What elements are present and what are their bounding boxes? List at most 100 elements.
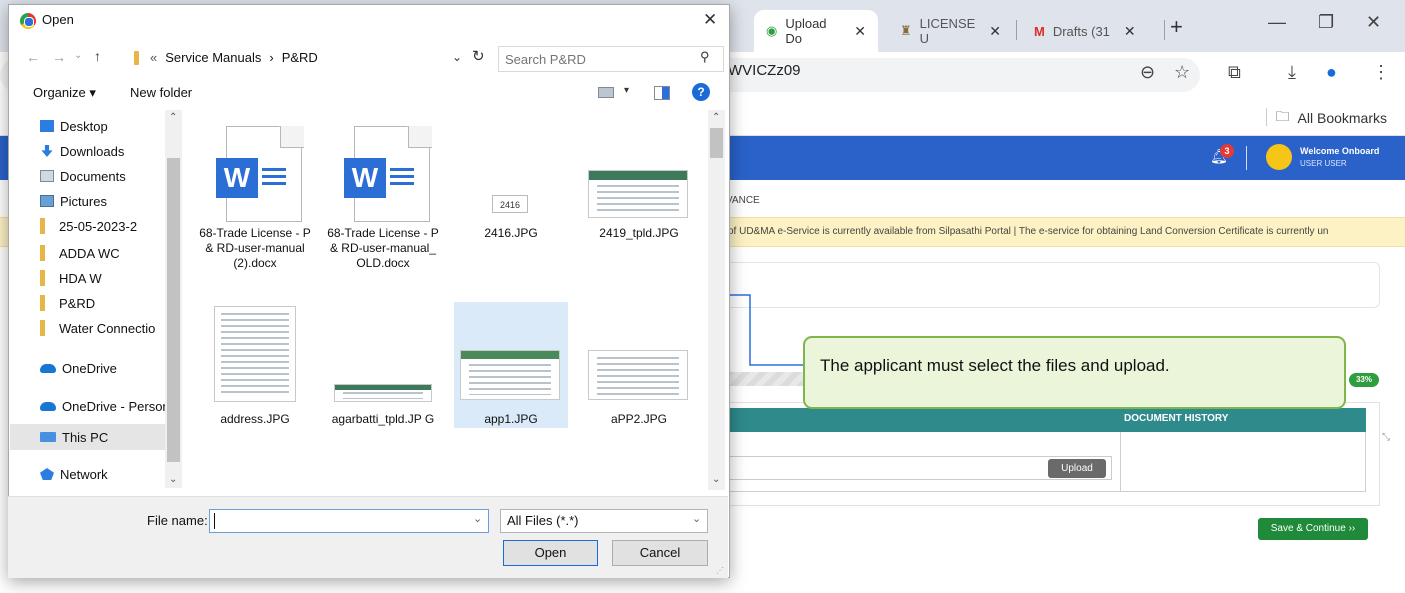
all-bookmarks[interactable]: 🗀 All Bookmarks <box>1276 106 1387 130</box>
restore-icon[interactable]: ❐ <box>1318 12 1334 33</box>
thumbnail-content <box>596 184 680 213</box>
file-name-field[interactable] <box>209 509 489 533</box>
page-fold <box>280 126 304 148</box>
file-pane-scrollbar[interactable] <box>708 110 725 490</box>
forward-icon[interactable]: → <box>52 49 66 65</box>
chevron-down-icon[interactable]: ⌄ <box>712 474 720 485</box>
nav-item-this-pc[interactable]: This PC <box>10 424 166 450</box>
breadcrumb-overflow[interactable]: « <box>150 50 157 65</box>
file-item-agarbatti-tpld[interactable]: agarbatti_tpld.JP G <box>326 302 440 428</box>
breadcrumb-service-manuals[interactable]: Service Manuals <box>165 50 261 65</box>
close-icon[interactable]: ✕ <box>1124 23 1136 40</box>
word-icon: W <box>344 158 386 198</box>
nav-item-label: Desktop <box>60 118 108 134</box>
thumbnail-header <box>589 171 687 181</box>
chevron-down-icon[interactable]: ▾ <box>624 85 629 96</box>
image-thumbnail <box>588 350 688 400</box>
folder-icon <box>40 270 45 286</box>
folder-icon: 🗀 <box>1275 108 1290 124</box>
preview-pane-icon[interactable] <box>654 86 670 100</box>
welcome-text[interactable]: Welcome Onboard <box>1300 146 1379 156</box>
notice-text: of UD&MA e-Service is currently availabl… <box>728 226 1329 237</box>
onedrive-icon <box>40 363 56 373</box>
close-icon[interactable]: ✕ <box>854 23 866 40</box>
open-button[interactable]: Open <box>503 540 598 566</box>
nav-item-label: HDA W <box>59 270 102 286</box>
refresh-icon[interactable]: ↻ <box>472 47 485 65</box>
scrollbar-thumb[interactable] <box>167 158 180 462</box>
new-folder-button[interactable]: New folder <box>130 85 192 100</box>
folder-icon <box>134 51 139 65</box>
page-fold <box>408 126 432 148</box>
nav-item-label: Water Connectio <box>59 320 156 336</box>
view-options-icon[interactable] <box>598 87 614 98</box>
nav-item-label: Downloads <box>60 143 125 159</box>
dialog-title: Open <box>42 12 74 27</box>
thumbnail-header <box>335 385 431 390</box>
close-icon[interactable]: ✕ <box>989 23 1001 40</box>
file-item-app1[interactable]: app1.JPG <box>454 302 568 428</box>
save-continue-button[interactable]: Save & Continue ›› <box>1258 518 1368 540</box>
tab-label: LICENSE U <box>919 16 976 46</box>
file-item-2416[interactable]: 2416 2416.JPG <box>454 122 568 248</box>
all-bookmarks-label: All Bookmarks <box>1297 110 1387 126</box>
menu-item-grievance[interactable]: VANCE <box>726 195 760 206</box>
document-history-header: DOCUMENT HISTORY <box>1124 413 1229 424</box>
nav-item-label: OneDrive - Person <box>62 398 170 414</box>
profile-icon[interactable]: ● <box>1326 62 1337 83</box>
tab-drafts[interactable]: M Drafts (31 ✕ <box>1022 10 1162 52</box>
zoom-icon[interactable]: ⊖ <box>1140 62 1155 83</box>
minimize-icon[interactable]: — <box>1268 12 1286 33</box>
organize-menu[interactable]: Organize ▾ <box>33 85 96 101</box>
back-icon[interactable]: ← <box>26 49 40 65</box>
thumbnail-content <box>468 364 552 396</box>
download-icon[interactable]: ⤓ <box>1288 62 1296 83</box>
scrollbar-thumb[interactable] <box>710 128 723 158</box>
close-window-icon[interactable]: ✕ <box>1366 12 1381 33</box>
upload-button[interactable]: Upload <box>1048 459 1106 478</box>
tab-upload[interactable]: ◉ Upload Do ✕ <box>754 10 878 52</box>
header-separator <box>1246 146 1247 170</box>
file-name: 2419_tpld.JPG <box>599 226 679 240</box>
resize-grip-icon[interactable]: ⋰ <box>716 566 724 575</box>
recent-dropdown-icon[interactable]: ⌄ <box>74 50 82 61</box>
close-icon[interactable]: ✕ <box>703 10 717 30</box>
file-item-2419-tpld[interactable]: 2419_tpld.JPG <box>582 122 696 248</box>
file-item-address[interactable]: address.JPG <box>198 302 312 428</box>
text-caret <box>214 513 215 529</box>
callout-text: The applicant must select the files and … <box>820 356 1170 375</box>
column-divider <box>1120 432 1121 492</box>
breadcrumb-separator: › <box>269 50 274 65</box>
nav-item-label: OneDrive <box>62 360 117 376</box>
menu-icon[interactable]: ⋮ <box>1372 62 1390 83</box>
search-icon[interactable]: ⚲ <box>700 49 710 65</box>
chevron-up-icon[interactable]: ⌃ <box>169 112 177 123</box>
search-input[interactable] <box>505 50 695 68</box>
tab-license[interactable]: ♜ LICENSE U ✕ <box>888 10 1012 52</box>
url-text[interactable]: WVICZz09 <box>728 62 801 79</box>
text-lines-icon <box>390 168 414 188</box>
avatar[interactable] <box>1266 144 1292 170</box>
chevron-down-icon[interactable]: ⌄ <box>169 474 177 485</box>
extensions-icon[interactable]: ⧉ <box>1228 62 1241 83</box>
file-item-app2[interactable]: aPP2.JPG <box>582 302 696 428</box>
help-icon[interactable]: ? <box>692 83 710 101</box>
file-name: 2416.JPG <box>484 226 538 240</box>
file-item-trade-license-manual-old[interactable]: W 68-Trade License - P & RD-user-manual_… <box>326 122 440 270</box>
chevron-down-icon[interactable]: ⌄ <box>692 512 701 525</box>
new-tab-icon[interactable]: + <box>1170 14 1183 40</box>
image-thumbnail <box>588 170 688 218</box>
image-thumbnail: 2416 <box>492 195 528 213</box>
up-icon[interactable]: ↑ <box>94 48 101 64</box>
breadcrumb-prd[interactable]: P&RD <box>282 50 318 65</box>
chevron-down-icon[interactable]: ⌄ <box>452 50 462 64</box>
nav-item-label: Network <box>60 466 108 482</box>
chevron-down-icon[interactable]: ⌄ <box>473 512 482 525</box>
breadcrumb-path[interactable]: « Service Manuals › P&RD <box>150 50 318 65</box>
file-name: address.JPG <box>220 412 290 426</box>
bookmark-star-icon[interactable]: ☆ <box>1174 62 1190 83</box>
tab-label: Drafts (31 <box>1052 23 1110 39</box>
file-item-trade-license-manual-2[interactable]: W 68-Trade License - P & RD-user-manual … <box>198 122 312 270</box>
chevron-up-icon[interactable]: ⌃ <box>712 112 720 123</box>
cancel-button[interactable]: Cancel <box>612 540 708 566</box>
